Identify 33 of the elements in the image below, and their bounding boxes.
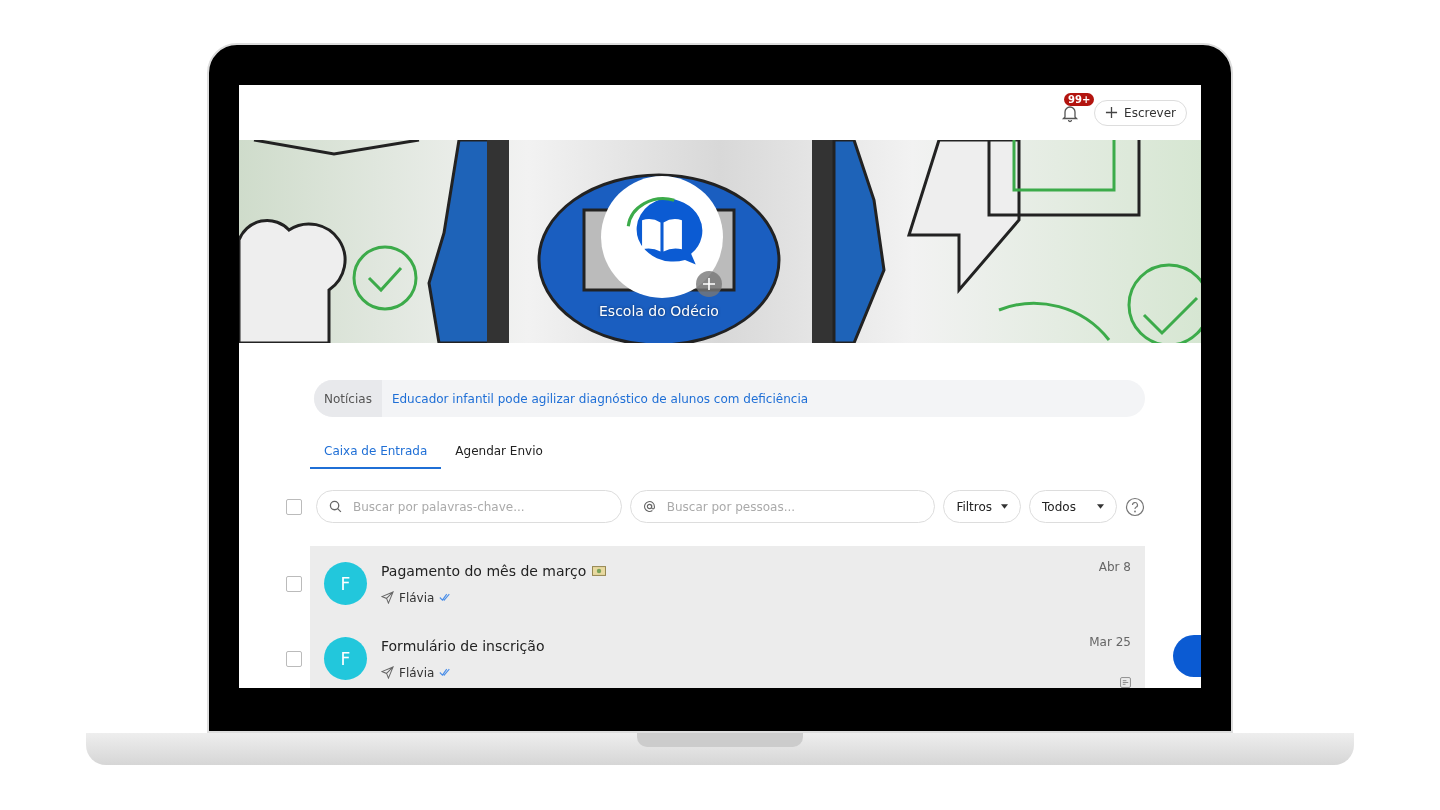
at-sign-icon (642, 500, 656, 513)
paper-plane-icon (381, 591, 394, 604)
row-checkbox[interactable] (286, 650, 302, 667)
sender-name: Flávia (399, 590, 435, 605)
sender-name: Flávia (399, 665, 435, 680)
caret-icon (1001, 504, 1009, 509)
school-name: Escola do Odécio (599, 303, 719, 319)
paper-plane-icon (381, 666, 394, 679)
people-search-field[interactable]: Buscar por pessoas... (629, 490, 936, 523)
row-checkbox[interactable] (286, 575, 302, 592)
notification-badge: 99+ (1064, 92, 1095, 106)
schedule-tab[interactable]: Agendar Envio (441, 438, 557, 469)
select-all-checkbox[interactable] (286, 498, 302, 515)
caret-icon (1097, 504, 1104, 509)
news-headline-link[interactable]: Educador infantil pode agilizar diagnóstico de alunos com deficiência (391, 391, 809, 406)
avatar: F (324, 637, 367, 680)
message-row[interactable]: F Pagamento do mês de março Flávia Abr 8 (310, 546, 1145, 621)
avatar: F (324, 562, 367, 605)
message-subject: Pagamento do mês de março (381, 562, 587, 579)
message-date: Abr 8 (1098, 560, 1131, 574)
help-icon[interactable] (1125, 496, 1145, 517)
message-subject: Formulário de inscrição (381, 637, 545, 654)
search-icon (329, 500, 342, 513)
message-date: Mar 25 (1089, 635, 1131, 649)
scope-dropdown[interactable]: Todos (1029, 490, 1117, 523)
news-label: Notícias (314, 380, 382, 417)
compose-button[interactable]: Escrever (1094, 99, 1187, 126)
filters-dropdown[interactable]: Filtros (943, 490, 1022, 523)
add-photo-button[interactable] (696, 271, 722, 297)
plus-icon (1105, 106, 1119, 119)
keyword-search-field[interactable]: Buscar por palavras-chave... (316, 490, 622, 523)
inbox-tab[interactable]: Caixa de Entrada (310, 438, 442, 469)
message-row[interactable]: F Formulário de inscrição Flávia Mar 25 (310, 621, 1145, 688)
